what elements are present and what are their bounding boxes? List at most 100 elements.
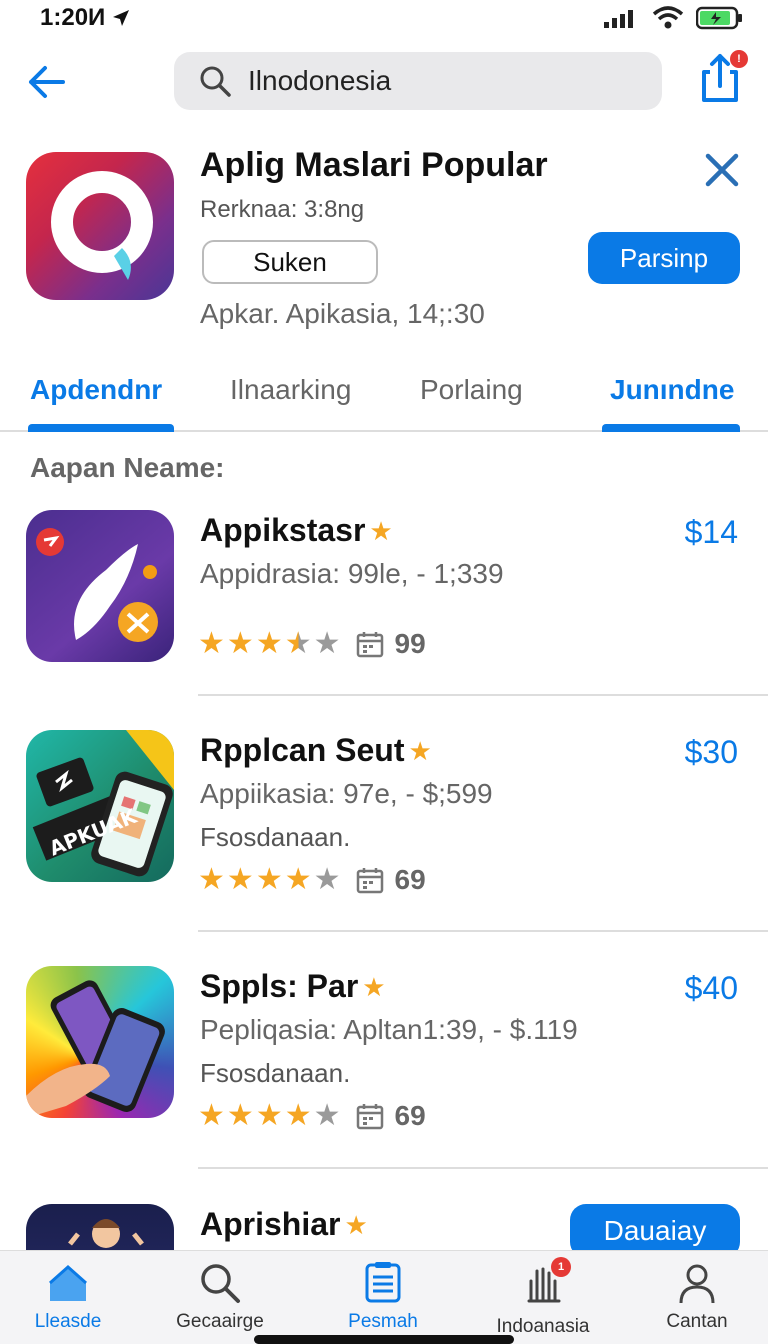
- primary-button[interactable]: Parsinp: [588, 232, 740, 284]
- app-logo-icon: [51, 171, 153, 280]
- app-name: Rpplcan Seut ★: [200, 732, 432, 769]
- app-developer: Fsosdanaan.: [200, 822, 351, 852]
- tab-apdendnr[interactable]: Apdendnr: [30, 374, 162, 406]
- category-tabs: Apdendnr Ilnaarking Porlaing Junındne: [0, 362, 768, 432]
- search-icon: [201, 1264, 240, 1303]
- tabbar-label: Gecaairge: [176, 1311, 264, 1332]
- secondary-button[interactable]: Suken: [202, 240, 378, 284]
- rating-count: 69: [394, 864, 426, 895]
- app-name-text: Sppls: Par: [200, 968, 359, 1004]
- app-rating: ★ ★ ★ ★ ★ 69: [198, 1100, 426, 1132]
- app-description: Appidrasia: 99le, - 1;339: [200, 558, 504, 589]
- share-button[interactable]: !: [692, 48, 750, 106]
- share-badge: !: [730, 50, 748, 68]
- app-name-text: Rpplcan Seut: [200, 732, 405, 768]
- app-artwork-icon: APKUAK: [32, 730, 174, 877]
- calendar-icon: [356, 632, 383, 658]
- featured-star-icon: ★: [362, 971, 386, 1002]
- featured-app-subtitle: Rerknaa: 3:8ng: [200, 196, 365, 223]
- tabbar-item-search[interactable]: Gecaairge: [155, 1261, 285, 1333]
- divider: [198, 694, 768, 696]
- hand-icon-wrap: 1: [521, 1257, 571, 1310]
- star-icon: ★: [255, 627, 283, 660]
- star-icon: ★: [284, 863, 312, 896]
- star-icon: ★: [198, 627, 225, 660]
- star-icon: ★: [226, 627, 254, 660]
- star-empty-icon: ★: [313, 1099, 341, 1132]
- divider: [198, 930, 768, 932]
- tabbar-item-profile[interactable]: Cantan: [632, 1261, 762, 1333]
- app-icon: [26, 966, 174, 1118]
- tab-porlaing[interactable]: Porlaing: [420, 374, 523, 406]
- person-icon: [679, 1264, 715, 1304]
- search-query: Ilnodonesia: [248, 65, 392, 96]
- app-name-text: Appikstasr: [200, 512, 366, 548]
- tab-underline-left: [28, 424, 174, 432]
- divider: [198, 1167, 768, 1169]
- app-artwork-icon: [68, 1219, 144, 1248]
- rating-count: 69: [394, 1100, 426, 1131]
- star-icon: ★: [284, 1099, 312, 1132]
- tabbar-item-document[interactable]: Pesmah: [318, 1261, 448, 1333]
- location-arrow-icon: [113, 10, 130, 26]
- notification-badge: 1: [551, 1257, 571, 1277]
- star-empty-icon: ★: [313, 627, 341, 660]
- app-developer: Fsosdanaan.: [200, 1058, 351, 1088]
- app-icon: APKUAK: [26, 730, 174, 882]
- featured-app-title: Aplig Maslari Popular: [200, 146, 548, 184]
- app-price[interactable]: $30: [685, 734, 738, 771]
- star-empty-icon: ★: [313, 863, 341, 896]
- featured-star-icon: ★: [369, 515, 393, 546]
- search-input[interactable]: Ilnodonesia: [174, 52, 662, 110]
- home-indicator: [254, 1335, 514, 1344]
- star-icon: ★: [255, 1099, 283, 1132]
- app-price[interactable]: $40: [685, 970, 738, 1007]
- battery-icon: [696, 6, 742, 30]
- featured-app-meta: Apkar. Apikasia, 14;:30: [200, 298, 485, 329]
- half-star-icon: ★: [284, 627, 312, 660]
- back-button[interactable]: [22, 58, 70, 106]
- rating-count: 99: [394, 628, 426, 659]
- app-icon: [26, 1204, 174, 1250]
- app-artwork-icon: [26, 980, 165, 1118]
- app-rating: ★ ★ ★ ★ ★ 69: [198, 864, 426, 896]
- app-description: Pepliqasia: Apltan1:39, - $.119: [200, 1014, 578, 1045]
- tab-underline-right: [602, 424, 740, 432]
- document-icon: [365, 1262, 401, 1303]
- star-icon: ★: [226, 1099, 254, 1132]
- back-arrow-icon: [29, 66, 65, 98]
- tabbar-label: Cantan: [666, 1311, 728, 1332]
- home-icon: [49, 1264, 87, 1301]
- star-icon: ★: [226, 863, 254, 896]
- star-icon: ★: [198, 1099, 225, 1132]
- status-time: 1:20И: [40, 4, 131, 32]
- tabbar-item-hand[interactable]: 1 Indoanasia: [478, 1257, 608, 1338]
- app-artwork-icon: [36, 528, 158, 642]
- status-time-text: 1:20И: [40, 4, 106, 31]
- star-icon: ★: [198, 863, 225, 896]
- app-price[interactable]: $14: [685, 514, 738, 551]
- status-bar: 1:20И: [0, 0, 768, 40]
- wifi-icon: [652, 6, 684, 29]
- app-description: Appiikasia: 97e, - $;599: [200, 778, 493, 809]
- status-icons: [604, 6, 744, 30]
- close-button[interactable]: [700, 148, 744, 192]
- app-name: Sppls: Par ★: [200, 968, 386, 1005]
- featured-app-icon[interactable]: [26, 152, 174, 300]
- section-label: Aapan Neame:: [30, 452, 225, 483]
- app-name: Appikstasr ★: [200, 512, 393, 549]
- close-icon: [705, 153, 739, 187]
- tabbar-item-home[interactable]: Lleasde: [3, 1261, 133, 1333]
- featured-star-icon: ★: [344, 1209, 368, 1240]
- tab-ilnaarking[interactable]: Ilnaarking: [230, 374, 351, 406]
- bottom-tab-bar: Lleasde Gecaairge Pesmah 1 Indoanasia Ca…: [0, 1250, 768, 1344]
- list-item[interactable]: Appikstasr ★ $14 Appidrasia: 99le, - 1;3…: [0, 510, 768, 746]
- app-icon: [26, 510, 174, 662]
- tabbar-label: Lleasde: [34, 1311, 102, 1332]
- tabbar-label: Pesmah: [348, 1311, 418, 1332]
- search-icon: [200, 66, 231, 97]
- app-rating: ★ ★ ★ ★ ★ 99: [198, 628, 426, 660]
- signal-icon: [604, 10, 633, 28]
- app-name-text: Aprishiar: [200, 1206, 341, 1242]
- tab-junindne[interactable]: Junındne: [610, 374, 734, 406]
